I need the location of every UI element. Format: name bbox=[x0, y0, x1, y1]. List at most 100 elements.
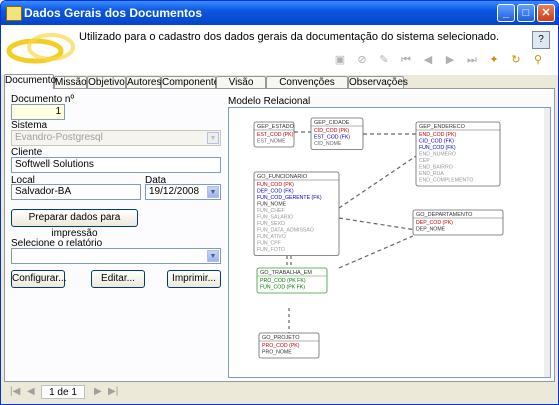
last-record-icon[interactable]: ⏭ bbox=[465, 53, 479, 67]
er-field: FUN_COD (PK FK) bbox=[260, 285, 305, 291]
app-icon bbox=[6, 6, 22, 21]
er-table-title: GO_TRABALHA_EM bbox=[260, 270, 312, 276]
er-field: CID_NOME bbox=[314, 141, 342, 147]
close-button[interactable]: ✕ bbox=[537, 4, 555, 22]
tab-autores[interactable]: Autores bbox=[126, 76, 161, 88]
local-field[interactable]: Salvador-BA bbox=[11, 184, 141, 200]
next-page-icon[interactable]: ▶ bbox=[94, 386, 102, 397]
tab-observacoes[interactable]: Observações bbox=[348, 76, 408, 88]
er-field: CID_COD (FK) bbox=[419, 139, 454, 145]
chevron-down-icon: ▼ bbox=[207, 132, 219, 144]
er-field: FUN_COD_GERENTE (FK) bbox=[257, 195, 322, 201]
er-table-go-funcionario[interactable]: GO_FUNCIONARIOFUN_COD (PK)DEP_COD (FK)FU… bbox=[253, 171, 340, 256]
er-table-title: GEP_CIDADE bbox=[314, 120, 350, 126]
er-field: CID_COD (PK) bbox=[314, 128, 349, 134]
er-table-title: GO_DEPARTAMENTO bbox=[416, 212, 473, 218]
imprimir-button[interactable]: Imprimir... bbox=[167, 270, 221, 288]
er-field: DEP_NOME bbox=[416, 227, 446, 233]
er-field: DEP_COD (PK) bbox=[416, 220, 453, 226]
er-table-go-projeto[interactable]: GO_PROJETO PRO_COD (PK)PRO_NOME bbox=[258, 332, 320, 359]
data-value: 19/12/2008 bbox=[149, 186, 200, 197]
er-field: PRO_NOME bbox=[262, 350, 292, 356]
er-table-gep-endereco[interactable]: GEP_ENDERECO END_COD (PK)CID_COD (FK)FUN_… bbox=[415, 121, 501, 187]
window-title: Dados Gerais dos Documentos bbox=[24, 6, 203, 20]
er-field: FUN_SALARIO bbox=[257, 215, 293, 221]
last-page-icon[interactable]: ▶| bbox=[108, 386, 118, 397]
er-field: FUN_ATIVO bbox=[257, 234, 286, 240]
chevron-down-icon: ▼ bbox=[207, 186, 219, 198]
diagram-scrollbar[interactable] bbox=[544, 108, 550, 377]
page-indicator: 1 de 1 bbox=[41, 385, 85, 399]
er-field: FUN_SEXO bbox=[257, 221, 285, 227]
search-icon[interactable]: ⚲ bbox=[531, 53, 545, 67]
sistema-value: Evandro-Postgresql bbox=[15, 132, 103, 143]
er-field: DEP_COD (FK) bbox=[257, 189, 294, 195]
er-table-go-trabalha-em[interactable]: GO_TRABALHA_EM PRO_COD (PK FK)FUN_COD (PK… bbox=[256, 267, 328, 294]
er-field: PRO_COD (PK FK) bbox=[260, 278, 306, 284]
er-field: END_BAIRRO bbox=[419, 165, 453, 171]
er-table-title: GO_FUNCIONARIO bbox=[257, 174, 308, 180]
er-table-title: GEP_ESTADO bbox=[257, 124, 295, 130]
save-icon[interactable]: ▣ bbox=[333, 53, 347, 67]
sistema-select[interactable]: Evandro-Postgresql ▼ bbox=[11, 130, 221, 146]
maximize-button[interactable]: □ bbox=[517, 4, 535, 22]
er-field: FUN_COD (PK) bbox=[257, 182, 294, 188]
er-field: PRO_COD (PK) bbox=[262, 343, 300, 349]
date-picker[interactable]: 19/12/2008 ▼ bbox=[145, 184, 221, 200]
cancel-icon[interactable]: ⊘ bbox=[355, 53, 369, 67]
header-area: Utilizado para o cadastro dos dados gera… bbox=[1, 25, 558, 75]
help-icon[interactable]: ? bbox=[532, 31, 550, 49]
documento-field[interactable]: 1 bbox=[11, 104, 65, 120]
er-field: EST_COD (PK) bbox=[257, 132, 294, 138]
status-bar: |◀ ◀ 1 de 1 ▶ ▶| bbox=[4, 384, 555, 401]
er-field: FUN_FOTO bbox=[257, 247, 285, 253]
relatorio-select[interactable]: ▼ bbox=[11, 248, 221, 264]
er-field: FUN_CPF bbox=[257, 241, 281, 247]
modelo-relacional-label: Modelo Relacional bbox=[228, 96, 311, 107]
cliente-field[interactable]: Softwell Solutions bbox=[11, 157, 221, 173]
first-record-icon[interactable]: ⏮ bbox=[399, 53, 413, 67]
tab-componentes[interactable]: Componentes bbox=[161, 76, 224, 88]
er-field: END_RUA bbox=[419, 171, 444, 177]
tab-objetivo[interactable]: Objetivo bbox=[87, 76, 126, 88]
er-diagram: GEP_ESTADO EST_COD (PK)EST_NOME GEP_CIDADE… bbox=[253, 117, 504, 359]
er-field: END_NUMERO bbox=[419, 152, 456, 158]
er-table-title: GEP_ENDERECO bbox=[419, 124, 466, 130]
er-field: CEP bbox=[419, 158, 430, 164]
er-field: EST_COD (FK) bbox=[314, 135, 350, 141]
editar-button[interactable]: Editar... bbox=[91, 270, 145, 288]
previous-page-icon[interactable]: ◀ bbox=[27, 386, 35, 397]
er-field: END_COMPLEMENTO bbox=[419, 178, 473, 184]
preparar-dados-button[interactable]: Preparar dados para impressão bbox=[11, 209, 138, 239]
er-table-go-departamento[interactable]: GO_DEPARTAMENTO DEP_COD (PK)DEP_NOME bbox=[412, 209, 504, 236]
er-table-title: GO_PROJETO bbox=[262, 335, 300, 341]
er-field: FUN_COD (FK) bbox=[419, 145, 456, 151]
tab-documento[interactable]: Documento bbox=[4, 74, 56, 89]
first-page-icon[interactable]: |◀ bbox=[10, 386, 20, 397]
next-record-icon[interactable]: ▶ bbox=[443, 53, 457, 67]
documento-panel: Documento nº 1 Sistema Evandro-Postgresq… bbox=[4, 88, 555, 382]
tab-convencoes-adotadas[interactable]: Convenções Adotadas bbox=[266, 76, 348, 100]
tab-visao-geral[interactable]: Visão Geral bbox=[216, 76, 266, 100]
refresh-icon[interactable]: ↻ bbox=[509, 53, 523, 67]
er-table-gep-estado[interactable]: GEP_ESTADO EST_COD (PK)EST_NOME bbox=[253, 121, 295, 148]
chevron-down-icon: ▼ bbox=[207, 250, 219, 262]
main-window: Dados Gerais dos Documentos _ □ ✕ Utiliz… bbox=[0, 0, 559, 405]
title-bar: Dados Gerais dos Documentos _ □ ✕ bbox=[1, 1, 558, 25]
er-field: END_COD (PK) bbox=[419, 132, 456, 138]
er-field: FUN_CHEF bbox=[257, 208, 285, 214]
tools-icon[interactable]: ✦ bbox=[487, 53, 501, 67]
minimize-button[interactable]: _ bbox=[497, 4, 515, 22]
modelo-relacional-diagram: GEP_ESTADO EST_COD (PK) EST_NOME GEP_CIDADE… bbox=[228, 107, 551, 378]
header-description: Utilizado para o cadastro dos dados gera… bbox=[79, 31, 500, 43]
er-field: FUN_NOME bbox=[257, 202, 287, 208]
tab-missao[interactable]: Missão bbox=[54, 76, 87, 88]
er-field: FUN_DATA_ADMISSAO bbox=[257, 228, 314, 234]
delete-icon[interactable]: ✎ bbox=[377, 53, 391, 67]
tab-strip: Documento Missão Objetivo Autores Compon… bbox=[4, 74, 557, 100]
configurar-button[interactable]: Configurar... bbox=[11, 270, 66, 288]
previous-record-icon[interactable]: ◀ bbox=[421, 53, 435, 67]
logo-icon bbox=[6, 33, 75, 64]
er-table-gep-cidade[interactable]: GEP_CIDADE CID_COD (PK)EST_COD (FK)CID_NO… bbox=[310, 117, 364, 150]
er-field: EST_NOME bbox=[257, 139, 286, 145]
